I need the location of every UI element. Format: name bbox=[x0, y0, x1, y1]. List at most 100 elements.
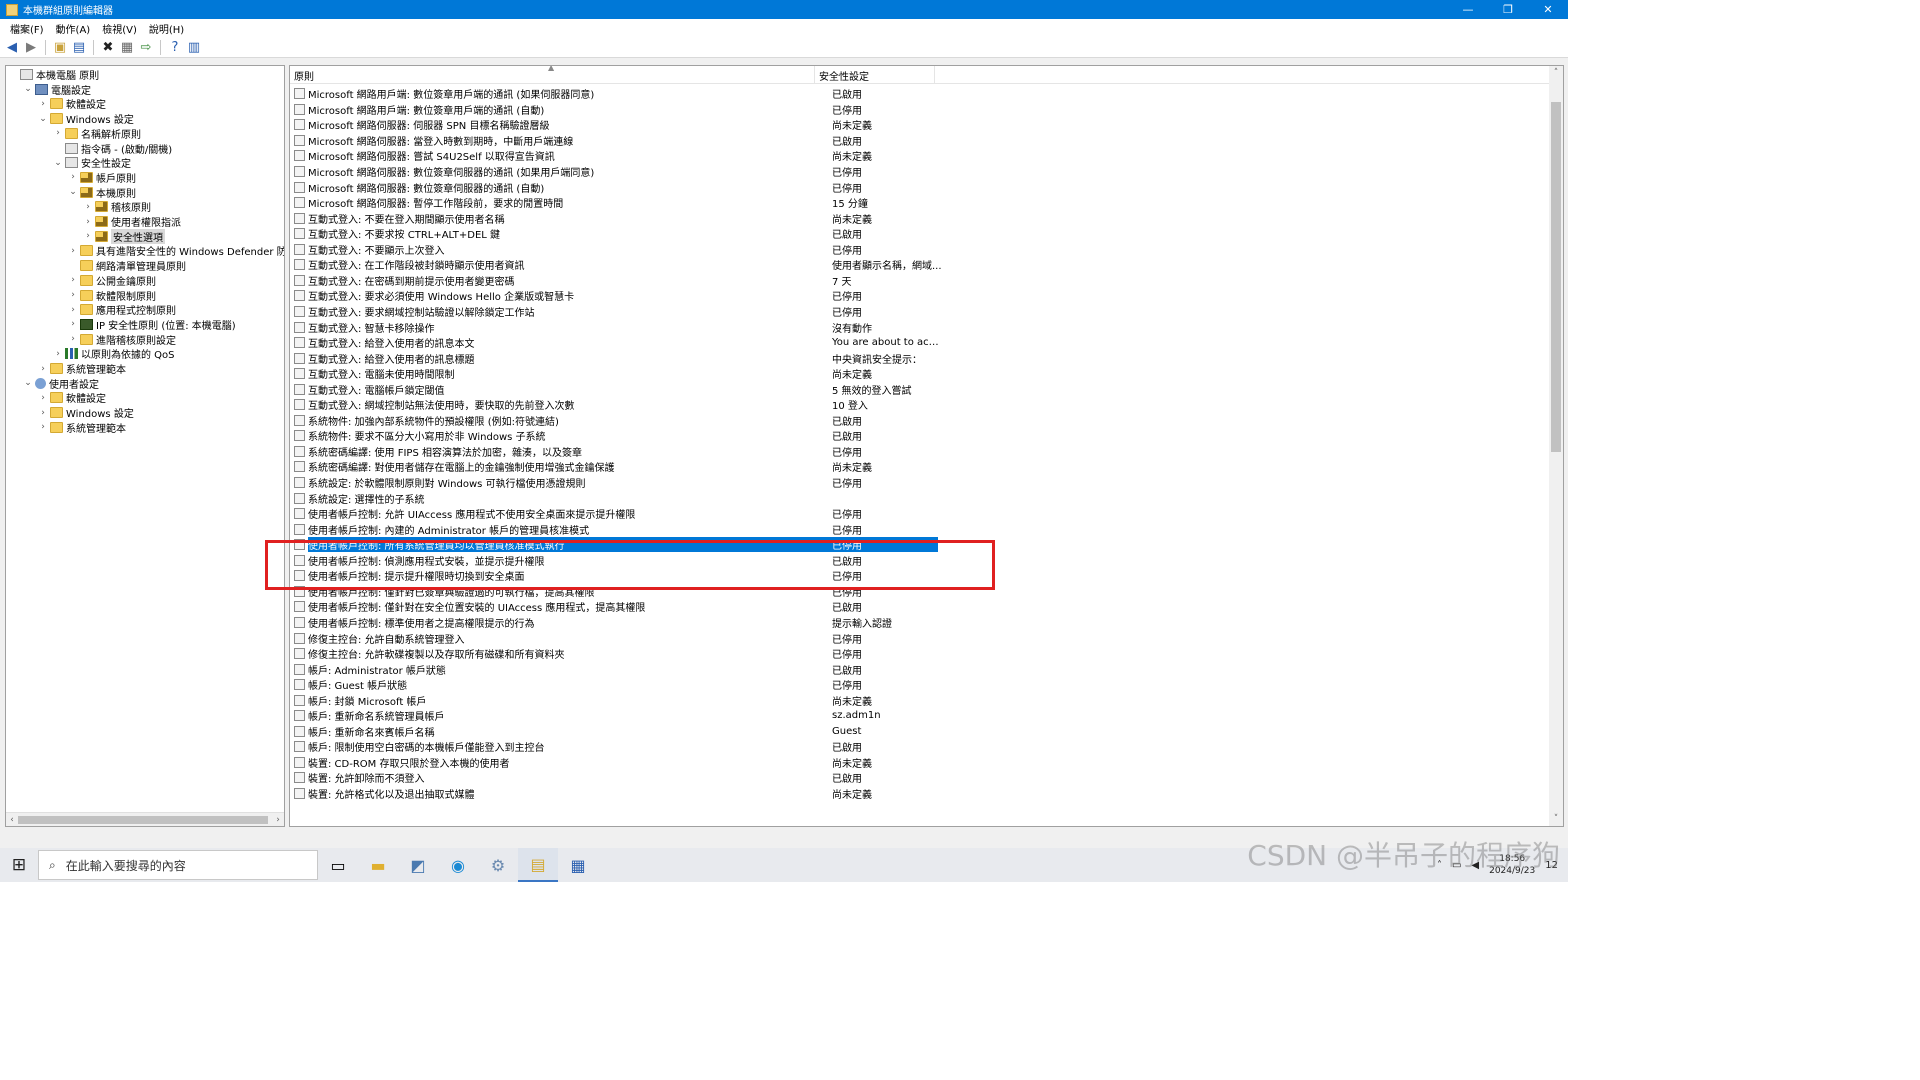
tree-node[interactable]: ⌄ 使用者設定 bbox=[23, 376, 99, 391]
policy-row[interactable]: 互動式登入: 不要在登入期間顯示使用者名稱 尚未定義 bbox=[290, 210, 1550, 226]
tree-horizontal-scrollbar[interactable]: ‹ › bbox=[6, 812, 284, 826]
properties-icon[interactable]: ▦ bbox=[119, 39, 135, 55]
document-icon[interactable]: ▦ bbox=[558, 848, 598, 882]
chevron-right-icon[interactable]: › bbox=[68, 305, 78, 315]
scroll-left-icon[interactable]: ‹ bbox=[6, 813, 18, 826]
policy-row[interactable]: 互動式登入: 電腦帳戶鎖定閾值 5 無效的登入嘗試 bbox=[290, 381, 1550, 397]
tree-node[interactable]: › 使用者權限指派 bbox=[83, 214, 181, 229]
policy-row[interactable]: 修復主控台: 允許自動系統管理登入 已停用 bbox=[290, 630, 1550, 646]
edge-browser-icon[interactable]: ◉ bbox=[438, 848, 478, 882]
chevron-right-icon[interactable]: › bbox=[83, 217, 93, 227]
policy-row[interactable]: 帳戶: 封鎖 Microsoft 帳戶 尚未定義 bbox=[290, 692, 1550, 708]
policy-row[interactable]: 互動式登入: 給登入使用者的訊息本文 You are about to acces… bbox=[290, 335, 1550, 351]
tree-node[interactable]: ⌄ 電腦設定 bbox=[23, 82, 91, 97]
list-vertical-scrollbar[interactable]: ˄ ˅ bbox=[1549, 66, 1563, 826]
chevron-right-icon[interactable]: › bbox=[68, 334, 78, 344]
policy-row[interactable]: Microsoft 網路伺服器: 伺服器 SPN 目標名稱驗證層級 尚未定義 bbox=[290, 117, 1550, 133]
tree-node[interactable]: › 以原則為依據的 QoS bbox=[53, 346, 175, 361]
tree-node[interactable]: ⌄ Windows 設定 bbox=[38, 111, 134, 126]
chevron-right-icon[interactable]: › bbox=[68, 319, 78, 329]
policy-row[interactable]: 裝置: CD-ROM 存取只限於登入本機的使用者 尚未定義 bbox=[290, 755, 1550, 771]
tree-node[interactable]: › 公開金鑰原則 bbox=[68, 273, 156, 288]
policy-row[interactable]: 裝置: 允許格式化以及退出抽取式媒體 尚未定義 bbox=[290, 786, 1550, 802]
policy-row[interactable]: 使用者帳戶控制: 僅針對在安全位置安裝的 UIAccess 應用程式，提高其權限… bbox=[290, 599, 1550, 615]
tree-node[interactable]: › 系統管理範本 bbox=[38, 361, 126, 376]
help-icon[interactable]: ? bbox=[167, 39, 183, 55]
policy-row[interactable]: 互動式登入: 要求網域控制站驗證以解除鎖定工作站 已停用 bbox=[290, 304, 1550, 320]
chevron-down-icon[interactable]: ⌄ bbox=[23, 378, 33, 388]
tree-node[interactable]: › 名稱解析原則 bbox=[53, 126, 141, 141]
tree-node[interactable]: 網路清單管理員原則 bbox=[68, 258, 186, 273]
policy-row[interactable]: 系統物件: 要求不區分大小寫用於非 Windows 子系統 已啟用 bbox=[290, 428, 1550, 444]
gpedit-taskbar-icon[interactable]: ▤ bbox=[518, 848, 558, 882]
policy-row[interactable]: 互動式登入: 給登入使用者的訊息標題 中央資訊安全提示： bbox=[290, 350, 1550, 366]
policy-row[interactable]: 互動式登入: 不要求按 CTRL+ALT+DEL 鍵 已啟用 bbox=[290, 226, 1550, 242]
policy-row[interactable]: 使用者帳戶控制: 偵測應用程式安裝，並提示提升權限 已啟用 bbox=[290, 553, 1550, 569]
policy-row[interactable]: Microsoft 網路伺服器: 暫停工作階段前，要求的閒置時間 15 分鐘 bbox=[290, 195, 1550, 211]
policy-row[interactable]: 使用者帳戶控制: 標準使用者之提高權限提示的行為 提示輸入認證 bbox=[290, 615, 1550, 631]
chevron-down-icon[interactable]: ⌄ bbox=[23, 84, 33, 94]
tree-node[interactable]: ⌄ 安全性設定 bbox=[53, 155, 131, 170]
chevron-right-icon[interactable]: › bbox=[83, 202, 93, 212]
chevron-right-icon[interactable]: › bbox=[68, 290, 78, 300]
policy-row[interactable]: 使用者帳戶控制: 允許 UIAccess 應用程式不使用安全桌面來提示提升權限 已… bbox=[290, 506, 1550, 522]
minimize-button[interactable]: — bbox=[1448, 0, 1488, 19]
policy-row[interactable]: 互動式登入: 不要顯示上次登入 已停用 bbox=[290, 242, 1550, 258]
tree-node[interactable]: › IP 安全性原則 (位置: 本機電腦) bbox=[68, 317, 236, 332]
tree-node[interactable]: › Windows 設定 bbox=[38, 405, 134, 420]
show-hide-tree-icon[interactable]: ▤ bbox=[71, 39, 87, 55]
chevron-right-icon[interactable]: › bbox=[83, 231, 93, 241]
tree-node[interactable]: › 軟體限制原則 bbox=[68, 288, 156, 303]
tree-node[interactable]: › 軟體設定 bbox=[38, 390, 106, 405]
chevron-right-icon[interactable]: › bbox=[68, 246, 78, 256]
delete-icon[interactable]: ✖ bbox=[100, 39, 116, 55]
policy-row[interactable]: Microsoft 網路伺服器: 嘗試 S4U2Self 以取得宣告資訊 尚未定義 bbox=[290, 148, 1550, 164]
chevron-right-icon[interactable]: › bbox=[38, 99, 48, 109]
policy-row[interactable]: 互動式登入: 在密碼到期前提示使用者變更密碼 7 天 bbox=[290, 273, 1550, 289]
chevron-down-icon[interactable]: ⌄ bbox=[68, 187, 78, 197]
policy-row[interactable]: Microsoft 網路伺服器: 當登入時數到期時，中斷用戶端連線 已啟用 bbox=[290, 133, 1550, 149]
column-header-setting[interactable]: 安全性設定 bbox=[815, 66, 935, 84]
tree-node[interactable]: 指令碼 - (啟動/關機) bbox=[53, 141, 172, 156]
scroll-up-icon[interactable]: ˄ bbox=[1549, 66, 1563, 80]
menu-action[interactable]: 動作(A) bbox=[50, 21, 97, 36]
policy-row[interactable]: 使用者帳戶控制: 僅針對已簽章與驗證過的可執行檔，提高其權限 已停用 bbox=[290, 584, 1550, 600]
chevron-right-icon[interactable]: › bbox=[53, 349, 63, 359]
up-folder-icon[interactable]: ▣ bbox=[52, 39, 68, 55]
policy-row[interactable]: 互動式登入: 電腦未使用時間限制 尚未定義 bbox=[290, 366, 1550, 382]
scroll-right-icon[interactable]: › bbox=[272, 813, 284, 826]
policy-row[interactable]: 互動式登入: 網域控制站無法使用時，要快取的先前登入次數 10 登入 bbox=[290, 397, 1550, 413]
policy-row[interactable]: 修復主控台: 允許軟碟複製以及存取所有磁碟和所有資料夾 已停用 bbox=[290, 646, 1550, 662]
chevron-down-icon[interactable]: ⌄ bbox=[53, 158, 63, 168]
taskbar-search-box[interactable]: ⌕ 在此輸入要搜尋的內容 bbox=[38, 850, 318, 880]
file-explorer-icon[interactable]: ▬ bbox=[358, 848, 398, 882]
menu-help[interactable]: 說明(H) bbox=[143, 21, 190, 36]
policy-row[interactable]: Microsoft 網路用戶端: 數位簽章用戶端的通訊 (自動) 已停用 bbox=[290, 102, 1550, 118]
policy-row[interactable]: 帳戶: Administrator 帳戶狀態 已啟用 bbox=[290, 661, 1550, 677]
policy-row[interactable]: 帳戶: 重新命名來賓帳戶名稱 Guest bbox=[290, 724, 1550, 740]
policy-row[interactable]: 使用者帳戶控制: 提示提升權限時切換到安全桌面 已停用 bbox=[290, 568, 1550, 584]
windows-start-icon[interactable]: ⊞ bbox=[0, 848, 38, 882]
chevron-down-icon[interactable]: ⌄ bbox=[38, 114, 48, 124]
chevron-right-icon[interactable]: › bbox=[38, 393, 48, 403]
chevron-right-icon[interactable]: › bbox=[53, 128, 63, 138]
tree-node[interactable]: 本機電腦 原則 bbox=[8, 67, 99, 82]
task-view-icon[interactable]: ▭ bbox=[318, 848, 358, 882]
scroll-thumb[interactable] bbox=[18, 816, 268, 824]
policy-row[interactable]: 互動式登入: 在工作階段被封鎖時顯示使用者資訊 使用者顯示名稱，網域... bbox=[290, 257, 1550, 273]
policy-row[interactable]: 系統密碼編譯: 對使用者儲存在電腦上的金鑰強制使用增強式金鑰保護 尚未定義 bbox=[290, 459, 1550, 475]
tree-node[interactable]: › 帳戶原則 bbox=[68, 170, 136, 185]
policy-row[interactable]: 系統設定: 於軟體限制原則對 Windows 可執行檔使用憑證規則 已停用 bbox=[290, 475, 1550, 491]
policy-row[interactable]: 裝置: 允許卸除而不須登入 已啟用 bbox=[290, 770, 1550, 786]
column-header-policy[interactable]: ▲ 原則 bbox=[290, 66, 815, 84]
close-button[interactable]: ✕ bbox=[1528, 0, 1568, 19]
maximize-button[interactable]: ❐ bbox=[1488, 0, 1528, 19]
policy-row[interactable]: 互動式登入: 要求必須使用 Windows Hello 企業版或智慧卡 已停用 bbox=[290, 288, 1550, 304]
policy-row[interactable]: 系統設定: 選擇性的子系統 bbox=[290, 490, 1550, 506]
chevron-right-icon[interactable]: › bbox=[38, 364, 48, 374]
tree-node[interactable]: › 進階稽核原則設定 bbox=[68, 332, 176, 347]
policy-row[interactable]: 系統物件: 加強內部系統物件的預設權限 (例如:符號連結) 已啟用 bbox=[290, 413, 1550, 429]
chevron-right-icon[interactable]: › bbox=[38, 422, 48, 432]
network-tool-icon[interactable]: ⚙ bbox=[478, 848, 518, 882]
policy-row[interactable]: 帳戶: 限制使用空白密碼的本機帳戶僅能登入到主控台 已啟用 bbox=[290, 739, 1550, 755]
